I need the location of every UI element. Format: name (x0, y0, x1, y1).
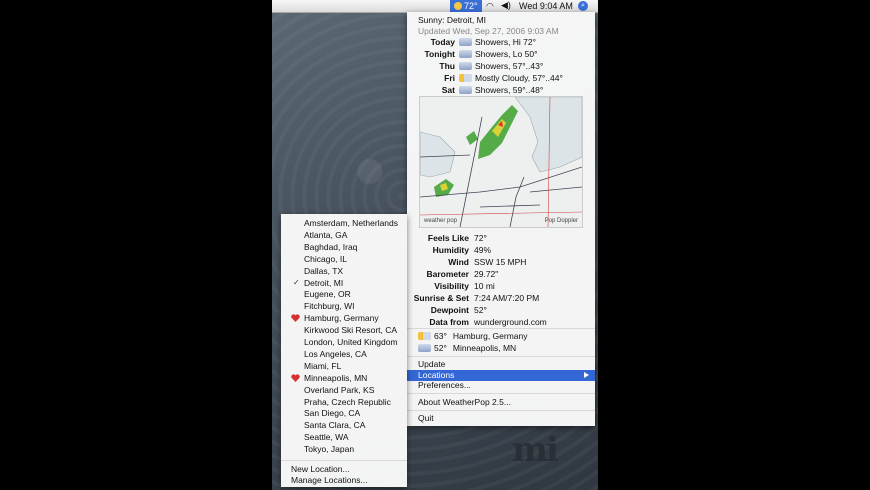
new-location-menu-item[interactable]: New Location... (291, 464, 350, 474)
heart-icon (291, 314, 300, 323)
rain-icon (459, 62, 472, 70)
location-menu-item[interactable]: Seattle, WA (304, 432, 349, 442)
radar-map-image (420, 97, 582, 227)
forecast-text: Showers, 57°..43° (475, 61, 544, 71)
condition-value: 29.72" (474, 269, 499, 279)
location-menu-item[interactable]: Los Angeles, CA (304, 349, 367, 359)
heart-icon (291, 374, 300, 382)
forecast-text: Showers, 59°..48° (475, 85, 544, 95)
preferences-menu-item[interactable]: Preferences... (407, 380, 595, 391)
forecast-day-label: Today (430, 37, 455, 47)
submenu-separator (281, 460, 407, 461)
forecast-row: Mostly Cloudy, 57°..44° (459, 73, 563, 83)
location-menu-item[interactable]: Baghdad, Iraq (304, 242, 357, 252)
location-menu-item[interactable]: Fitchburg, WI (304, 301, 355, 311)
condition-label: Visibility (434, 281, 469, 291)
rain-icon (459, 38, 472, 46)
menu-separator (407, 393, 595, 394)
other-location-temp: 63° (434, 331, 447, 341)
condition-label: Dewpoint (430, 305, 469, 315)
location-menu-item[interactable]: Chicago, IL (304, 254, 347, 264)
location-menu-item[interactable]: London, United Kingdom (304, 337, 398, 347)
other-location-name: Hamburg, Germany (452, 331, 528, 341)
location-menu-item[interactable]: San Diego, CA (304, 408, 360, 418)
location-menu-item[interactable]: Hamburg, Germany (304, 313, 379, 323)
condition-value: wunderground.com (474, 317, 547, 327)
condition-value: 7:24 AM/7:20 PM (474, 293, 540, 303)
menu-separator (407, 328, 595, 329)
forecast-text: Showers, Lo 50° (475, 49, 538, 59)
forecast-text: Mostly Cloudy, 57°..44° (475, 73, 563, 83)
forecast-day-label: Fri (444, 73, 455, 83)
condition-label: Data from (429, 317, 469, 327)
location-menu-item[interactable]: Tokyo, Japan (304, 444, 354, 454)
weatherpop-menu-extra[interactable]: 72° (450, 0, 482, 12)
volume-icon[interactable]: ◀) (501, 0, 511, 11)
menubar-temperature: 72° (464, 1, 478, 11)
forecast-row: Showers, 59°..48° (459, 85, 543, 95)
forecast-row: Showers, Hi 72° (459, 37, 536, 47)
wallpaper-logo: mi (512, 430, 559, 470)
location-menu-item[interactable]: Overland Park, KS (304, 385, 374, 395)
weatherpop-menu: Sunny: Detroit, MI Updated Wed, Sep 27, … (407, 12, 595, 426)
cloud-icon (459, 74, 472, 82)
radar-caption-left: weather pop (424, 218, 458, 224)
condition-label: Humidity (432, 245, 469, 255)
condition-value: 72° (474, 233, 487, 243)
sun-icon (454, 2, 462, 10)
quit-menu-item[interactable]: Quit (407, 413, 595, 424)
other-location-item[interactable]: 63° Hamburg, Germany (418, 331, 528, 341)
wifi-icon[interactable]: ◠ (486, 1, 494, 12)
update-menu-item[interactable]: Update (407, 359, 595, 370)
weather-icon (418, 332, 431, 340)
location-menu-item[interactable]: Eugene, OR (304, 289, 351, 299)
condition-value: 49% (474, 245, 492, 255)
forecast-day-label: Sat (441, 85, 455, 95)
locations-menu-label: Locations (418, 370, 455, 380)
location-menu-item[interactable]: Dallas, TX (304, 266, 343, 276)
forecast-header: Sunny: Detroit, MI (418, 15, 487, 25)
location-menu-item[interactable]: Santa Clara, CA (304, 420, 365, 430)
about-menu-item[interactable]: About WeatherPop 2.5... (407, 397, 595, 408)
radar-caption-right: Pop Doppler (544, 218, 578, 224)
submenu-arrow-icon (584, 372, 589, 378)
location-menu-item[interactable]: Praha, Czech Republic (304, 397, 391, 407)
location-menu-item[interactable]: Atlanta, GA (304, 230, 347, 240)
condition-label: Feels Like (427, 233, 469, 243)
menubar-clock[interactable]: Wed 9:04 AM (519, 1, 573, 11)
location-menu-item[interactable]: Amsterdam, Netherlands (304, 218, 398, 228)
forecast-day-label: Thu (439, 61, 455, 71)
location-menu-item[interactable]: Miami, FL (304, 361, 341, 371)
rain-icon (459, 50, 472, 58)
other-location-temp: 52° (434, 343, 447, 353)
condition-label: Barometer (426, 269, 469, 279)
radar-map[interactable]: weather pop Pop Doppler (419, 96, 583, 228)
location-menu-item[interactable]: Detroit, MI (304, 278, 343, 288)
manage-locations-menu-item[interactable]: Manage Locations... (291, 475, 368, 485)
weather-icon (418, 344, 431, 352)
forecast-row: Showers, 57°..43° (459, 61, 543, 71)
menu-separator (407, 356, 595, 357)
updated-timestamp: Updated Wed, Sep 27, 2006 9:03 AM (418, 26, 559, 36)
other-location-item[interactable]: 52° Minneapolis, MN (418, 343, 516, 353)
spotlight-icon[interactable]: ⌕ (578, 1, 588, 11)
condition-label: Sunrise & Set (413, 293, 469, 303)
condition-value: 10 mi (474, 281, 495, 291)
locations-submenu: Amsterdam, Netherlands Atlanta, GA Baghdad… (281, 214, 407, 487)
checkmark-icon: ✓ (293, 277, 300, 287)
rain-icon (459, 86, 472, 94)
forecast-day-label: Tonight (424, 49, 455, 59)
condition-value: 52° (474, 305, 487, 315)
forecast-text: Showers, Hi 72° (475, 37, 537, 47)
location-menu-item[interactable]: Kirkwood Ski Resort, CA (304, 325, 397, 335)
menu-separator (407, 410, 595, 411)
forecast-row: Showers, Lo 50° (459, 49, 537, 59)
condition-label: Wind (448, 257, 469, 267)
other-location-name: Minneapolis, MN (452, 343, 517, 353)
condition-value: SSW 15 MPH (474, 257, 527, 267)
location-menu-item[interactable]: Minneapolis, MN (304, 373, 367, 383)
